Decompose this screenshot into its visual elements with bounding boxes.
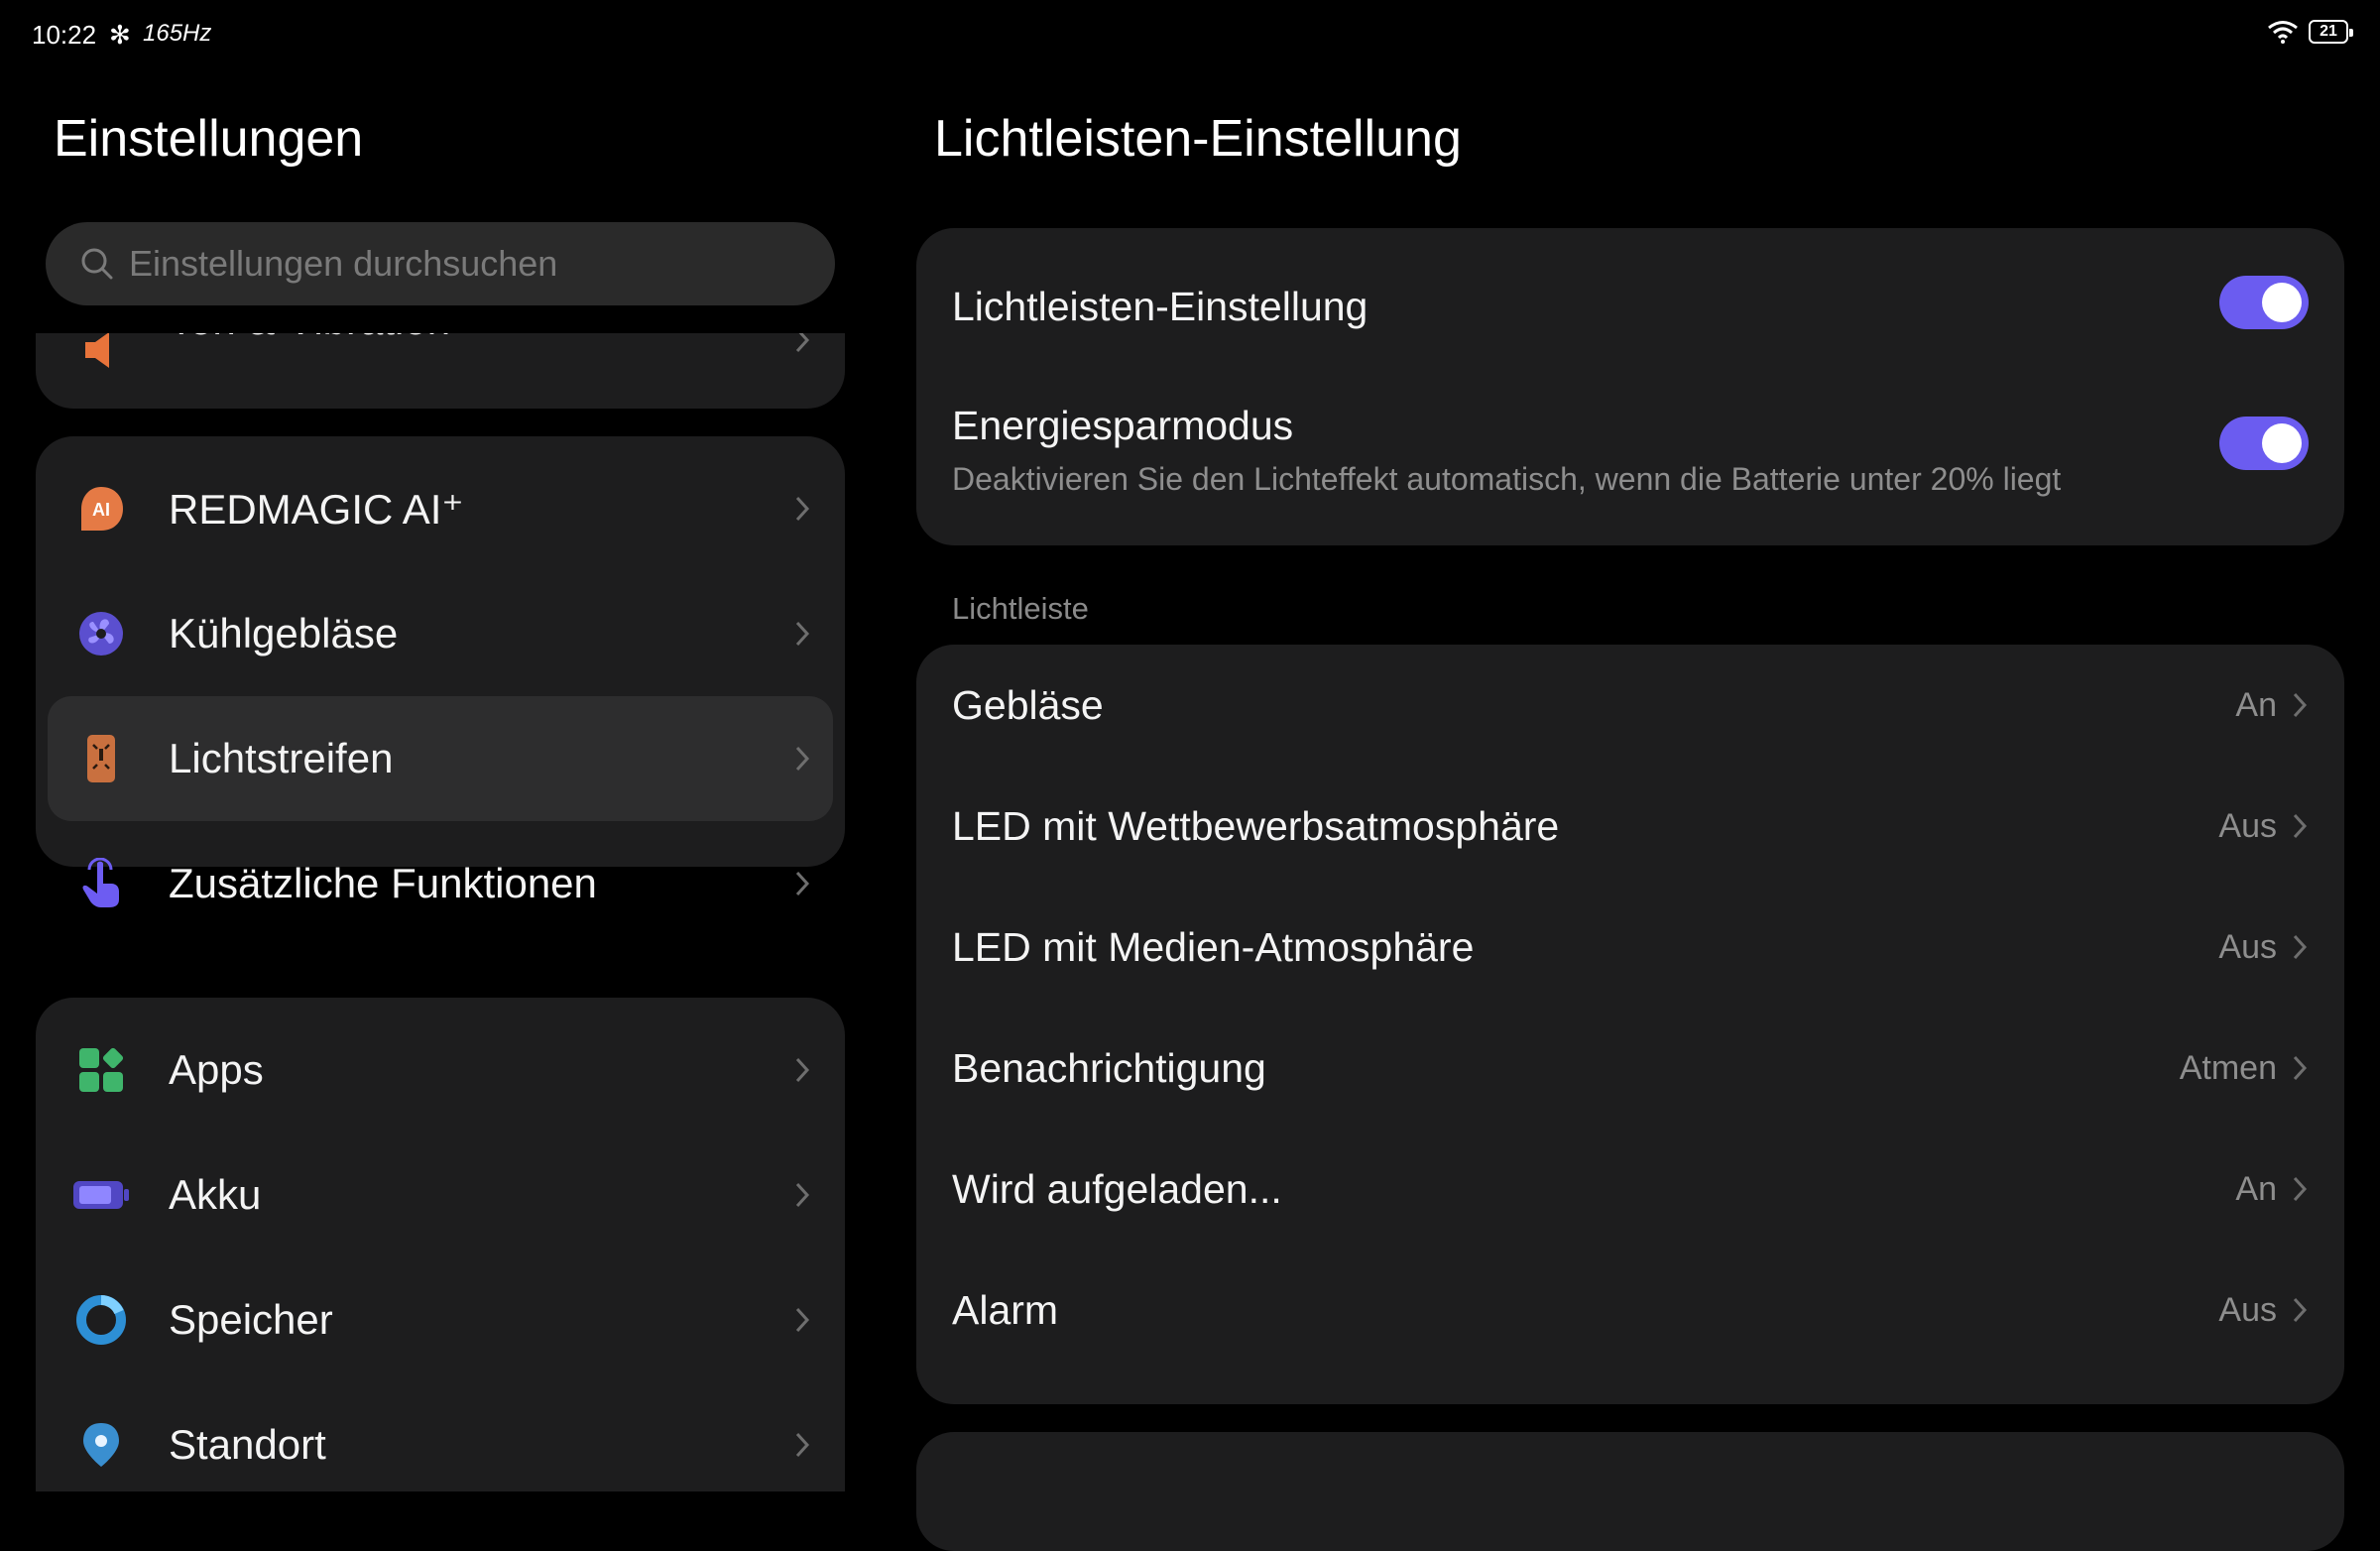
page-title-settings: Einstellungen: [54, 110, 364, 168]
sidebar-item-label: Zusätzliche Funktionen: [169, 860, 597, 906]
sidebar-item-label: Kühlgebläse: [169, 610, 399, 656]
chevron-right-icon: [795, 746, 810, 772]
speaker-icon: [71, 333, 131, 380]
settings-group-gaming: AI REDMAGIC AI⁺ Kühlgebläse Lichtstreife…: [36, 436, 845, 907]
sidebar-item-label: Apps: [169, 1046, 264, 1093]
chevron-right-icon: [2293, 813, 2308, 839]
chevron-right-icon: [795, 871, 810, 896]
search-input[interactable]: [127, 242, 821, 286]
option-row-fan[interactable]: Gebläse An: [952, 645, 2309, 766]
chevron-right-icon: [2293, 1297, 2308, 1323]
search-icon: [81, 248, 113, 280]
sidebar-item-storage[interactable]: Speicher: [48, 1257, 833, 1382]
battery-status-icon: 21: [2309, 20, 2353, 44]
option-value: An: [2235, 685, 2277, 724]
option-title: Alarm: [952, 1286, 1059, 1333]
chevron-right-icon: [795, 1057, 810, 1083]
redmagic-ai-icon: AI: [71, 479, 131, 538]
sidebar-item-label: Standort: [169, 1421, 326, 1468]
sidebar-item-battery[interactable]: Akku: [48, 1133, 833, 1257]
sidebar-item-sound[interactable]: Ton & Vibration: [48, 333, 833, 385]
option-row-charging[interactable]: Wird aufgeladen... An: [952, 1129, 2309, 1250]
light-strip-toggle[interactable]: [2219, 276, 2309, 329]
battery-icon: [71, 1165, 131, 1225]
chevron-right-icon: [795, 621, 810, 647]
wifi-icon: [2268, 21, 2298, 44]
page-title-light-strip: Lichtleisten-Einstellung: [934, 110, 1462, 168]
chevron-right-icon: [795, 1307, 810, 1333]
sidebar-item-label: REDMAGIC AI⁺: [169, 485, 464, 533]
sidebar-item-additional-functions[interactable]: Zusätzliche Funktionen: [48, 821, 833, 946]
status-bar: 10:22 ✻ 165Hz 21: [0, 0, 2380, 71]
fan-status-icon: ✻: [109, 20, 131, 50]
toggle-card: Lichtleisten-Einstellung Energiesparmodu…: [916, 228, 2344, 545]
sidebar-item-cooling-fan[interactable]: Kühlgebläse: [48, 571, 833, 696]
option-value: Aus: [2218, 927, 2277, 966]
chevron-right-icon: [795, 333, 810, 353]
sidebar-item-apps[interactable]: Apps: [48, 1008, 833, 1133]
cooling-fan-icon: [71, 604, 131, 663]
power-saving-toggle[interactable]: [2219, 417, 2309, 470]
option-title: LED mit Medien-Atmosphäre: [952, 923, 1475, 970]
svg-text:AI: AI: [92, 500, 110, 520]
hand-gesture-icon: [71, 854, 131, 913]
option-row-media-led[interactable]: LED mit Medien-Atmosphäre Aus: [952, 887, 2309, 1008]
sidebar-item-label: Akku: [169, 1171, 262, 1218]
option-value: Aus: [2218, 1290, 2277, 1329]
storage-icon: [71, 1290, 131, 1350]
refresh-rate: 165Hz: [143, 20, 212, 47]
chevron-right-icon: [2293, 934, 2308, 960]
option-title: Benachrichtigung: [952, 1044, 1266, 1091]
light-strip-icon: [71, 729, 131, 788]
sidebar-item-label: Speicher: [169, 1296, 333, 1343]
chevron-right-icon: [2293, 692, 2308, 718]
settings-group-partial: Ton & Vibration: [36, 333, 845, 409]
option-row-competition-led[interactable]: LED mit Wettbewerbsatmosphäre Aus: [952, 766, 2309, 887]
toggle-title: Lichtleisten-Einstellung: [952, 284, 1368, 329]
chevron-right-icon: [795, 496, 810, 522]
option-title: Wird aufgeladen...: [952, 1165, 1282, 1212]
location-icon: [71, 1415, 131, 1475]
chevron-right-icon: [2293, 1176, 2308, 1202]
light-strip-options-card: Gebläse An LED mit Wettbewerbsatmosphäre…: [916, 645, 2344, 1404]
chevron-right-icon: [795, 1182, 810, 1208]
sidebar-item-label: Ton & Vibration: [169, 333, 450, 344]
apps-icon: [71, 1040, 131, 1100]
toggle-title: Energiesparmodus: [952, 403, 1294, 448]
toggle-knob: [2262, 423, 2302, 463]
sidebar-item-light-strip[interactable]: Lichtstreifen: [48, 696, 833, 821]
settings-group-device: Apps Akku Speicher Standort: [36, 998, 845, 1491]
sidebar-item-redmagic-ai[interactable]: AI REDMAGIC AI⁺: [48, 446, 833, 571]
status-right: 21: [2267, 20, 2353, 44]
option-value: Aus: [2218, 806, 2277, 845]
toggle-subtitle: Deaktivieren Sie den Lichteffekt automat…: [952, 461, 2062, 497]
toggle-row-light-strip[interactable]: Lichtleisten-Einstellung: [952, 276, 2309, 330]
chevron-right-icon: [795, 1432, 810, 1458]
option-row-notification[interactable]: Benachrichtigung Atmen: [952, 1008, 2309, 1129]
option-title: LED mit Wettbewerbsatmosphäre: [952, 802, 1560, 849]
option-title: Gebläse: [952, 681, 1104, 728]
option-value: Atmen: [2179, 1048, 2277, 1087]
toggle-row-power-saving[interactable]: Energiesparmodus Deaktivieren Sie den Li…: [952, 403, 2309, 498]
status-time: 10:22: [32, 20, 97, 50]
chevron-right-icon: [2293, 1055, 2308, 1081]
sidebar-item-label: Lichtstreifen: [169, 735, 394, 781]
toggle-knob: [2262, 283, 2302, 322]
option-row-alarm[interactable]: Alarm Aus: [952, 1250, 2309, 1371]
next-card-partial: [916, 1432, 2344, 1551]
option-value: An: [2235, 1169, 2277, 1208]
section-label: Lichtleiste: [952, 591, 1089, 626]
settings-list[interactable]: Ton & Vibration AI REDMAGIC AI⁺: [36, 333, 845, 1491]
search-bar[interactable]: [46, 222, 835, 305]
sidebar-item-location[interactable]: Standort: [48, 1382, 833, 1491]
